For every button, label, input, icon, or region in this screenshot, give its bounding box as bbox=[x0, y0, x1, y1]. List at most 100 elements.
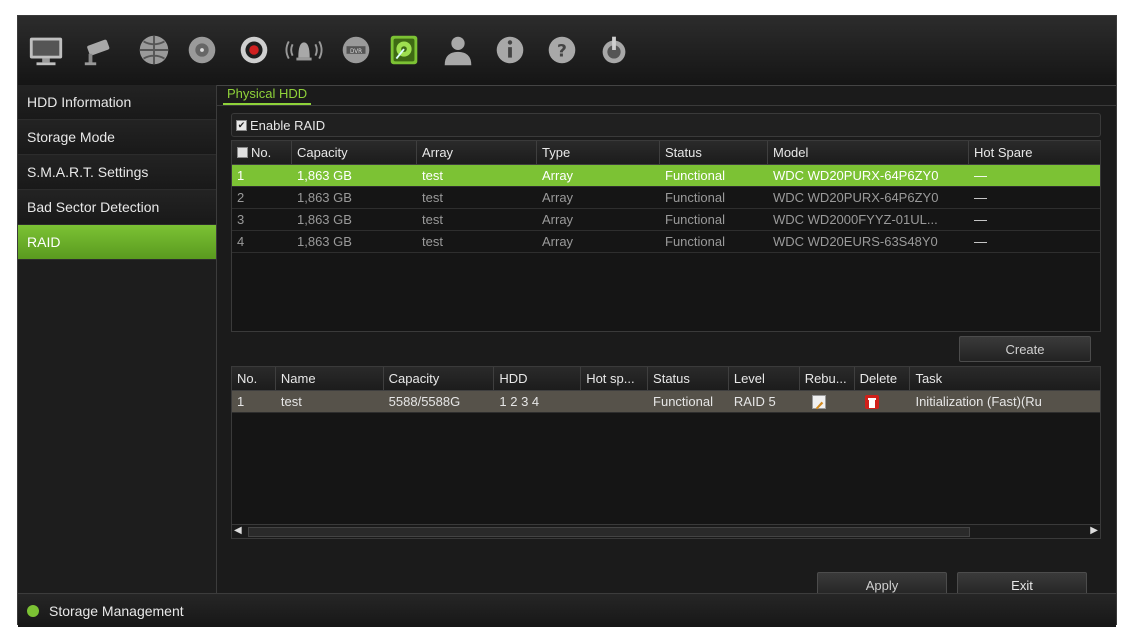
alarm-icon[interactable] bbox=[284, 30, 324, 70]
svg-text:DVR: DVR bbox=[350, 49, 362, 55]
header-array[interactable]: Array bbox=[417, 141, 537, 164]
cell-level: RAID 5 bbox=[733, 394, 776, 409]
monitor-icon[interactable] bbox=[26, 30, 66, 70]
create-button[interactable]: Create bbox=[959, 336, 1091, 362]
cell-task: Initialization (Fast)(Ru bbox=[915, 394, 1042, 409]
sidebar-item-storage-mode[interactable]: Storage Mode bbox=[18, 120, 216, 155]
table-row[interactable]: 4 1,863 GB test Array Functional WDC WD2… bbox=[232, 231, 1100, 253]
table-row[interactable]: 3 1,863 GB test Array Functional WDC WD2… bbox=[232, 209, 1100, 231]
physical-table-header: No. Capacity Array Type Status Model Hot… bbox=[232, 141, 1100, 165]
header-delete[interactable]: Delete bbox=[855, 367, 911, 390]
header-hot-spare[interactable]: Hot sp... bbox=[581, 367, 649, 390]
main-panel: Physical HDD ✔ Enable RAID No. Capacity … bbox=[217, 85, 1116, 598]
horizontal-scrollbar[interactable]: ◀ ▶ bbox=[232, 524, 1100, 538]
array-table-header: No. Name Capacity HDD Hot sp... Status L… bbox=[232, 367, 1100, 391]
status-indicator-icon bbox=[27, 604, 39, 617]
disk-icon[interactable] bbox=[182, 30, 222, 70]
help-icon[interactable]: ? bbox=[542, 30, 582, 70]
storage-icon[interactable] bbox=[384, 30, 424, 70]
scroll-left-icon[interactable]: ◀ bbox=[234, 525, 242, 537]
power-icon[interactable] bbox=[594, 30, 634, 70]
cell-no: 1 bbox=[237, 394, 245, 409]
header-type[interactable]: Type bbox=[537, 141, 660, 164]
cell-type: Array bbox=[542, 168, 574, 183]
cell-model: WDC WD20EURS-63S48Y0 bbox=[773, 234, 938, 249]
header-task[interactable]: Task bbox=[910, 367, 1100, 390]
cell-type: Array bbox=[542, 212, 574, 227]
header-level[interactable]: Level bbox=[729, 367, 800, 390]
header-name[interactable]: Name bbox=[276, 367, 384, 390]
header-hot-spare[interactable]: Hot Spare bbox=[969, 141, 1100, 164]
cell-no: 2 bbox=[237, 190, 245, 205]
status-bar: Storage Management bbox=[18, 593, 1116, 627]
header-hdd[interactable]: HDD bbox=[494, 367, 582, 390]
tab-physical-hdd[interactable]: Physical HDD bbox=[223, 85, 312, 105]
rebuild-edit-icon[interactable] bbox=[811, 394, 826, 409]
cell-no: 3 bbox=[237, 212, 245, 227]
cell-model: WDC WD20PURX-64P6ZY0 bbox=[773, 168, 939, 183]
camera-icon[interactable] bbox=[80, 30, 120, 70]
cell-status: Functional bbox=[653, 394, 714, 409]
scroll-thumb[interactable] bbox=[248, 527, 970, 537]
cell-capacity: 5588/5588G bbox=[388, 394, 461, 409]
cell-capacity: 1,863 GB bbox=[297, 168, 352, 183]
table-row[interactable]: 1 1,863 GB test Array Functional WDC WD2… bbox=[232, 165, 1100, 187]
scroll-right-icon[interactable]: ▶ bbox=[1090, 525, 1098, 537]
header-capacity[interactable]: Capacity bbox=[292, 141, 417, 164]
header-status[interactable]: Status bbox=[660, 141, 768, 164]
cell-status: Functional bbox=[665, 212, 725, 227]
enable-raid-checkbox[interactable]: ✔ bbox=[236, 119, 247, 131]
cell-type: Array bbox=[542, 234, 574, 249]
cell-hdd: 1 2 3 4 bbox=[499, 394, 540, 409]
sidebar-item-smart-settings[interactable]: S.M.A.R.T. Settings bbox=[18, 155, 216, 190]
user-icon[interactable] bbox=[438, 30, 478, 70]
cell-delete bbox=[855, 391, 911, 412]
tab-divider bbox=[217, 105, 1116, 106]
cell-array: test bbox=[422, 190, 443, 205]
sidebar-item-hdd-information[interactable]: HDD Information bbox=[18, 85, 216, 120]
physical-disk-table: No. Capacity Array Type Status Model Hot… bbox=[231, 140, 1101, 332]
header-no[interactable]: No. bbox=[232, 367, 276, 390]
header-rebuild[interactable]: Rebu... bbox=[800, 367, 855, 390]
cell-status: Functional bbox=[665, 234, 725, 249]
cell-capacity: 1,863 GB bbox=[297, 190, 352, 205]
array-table: No. Name Capacity HDD Hot sp... Status L… bbox=[231, 366, 1101, 539]
cell-status: Functional bbox=[665, 168, 725, 183]
table-row[interactable]: 2 1,863 GB test Array Functional WDC WD2… bbox=[232, 187, 1100, 209]
table-row[interactable]: 1 test 5588/5588G 1 2 3 4 Functional RAI… bbox=[232, 391, 1100, 413]
cell-hot-spare: — bbox=[974, 212, 987, 227]
cell-capacity: 1,863 GB bbox=[297, 234, 352, 249]
network-icon[interactable] bbox=[134, 30, 174, 70]
cell-no: 4 bbox=[237, 234, 245, 249]
cell-array: test bbox=[422, 234, 443, 249]
cell-no: 1 bbox=[237, 168, 245, 183]
cell-hot-spare bbox=[581, 391, 648, 412]
cell-type: Array bbox=[542, 190, 574, 205]
cell-array: test bbox=[422, 212, 443, 227]
sidebar-item-raid[interactable]: RAID bbox=[18, 225, 216, 260]
cell-hot-spare: — bbox=[974, 234, 987, 249]
delete-trash-icon[interactable] bbox=[864, 394, 879, 409]
sidebar: HDD Information Storage Mode S.M.A.R.T. … bbox=[18, 85, 217, 593]
header-model[interactable]: Model bbox=[768, 141, 969, 164]
header-capacity[interactable]: Capacity bbox=[384, 367, 495, 390]
info-icon[interactable] bbox=[490, 30, 530, 70]
cell-hot-spare: — bbox=[974, 190, 987, 205]
cell-status: Functional bbox=[665, 190, 725, 205]
top-toolbar: DVR ? bbox=[18, 16, 1116, 86]
cell-array: test bbox=[422, 168, 443, 183]
cell-capacity: 1,863 GB bbox=[297, 212, 352, 227]
cell-rebuild bbox=[800, 391, 855, 412]
select-all-checkbox[interactable] bbox=[237, 147, 248, 158]
device-icon[interactable]: DVR bbox=[336, 30, 376, 70]
svg-text:?: ? bbox=[557, 42, 567, 62]
record-icon[interactable] bbox=[234, 30, 274, 70]
header-status[interactable]: Status bbox=[648, 367, 729, 390]
status-bar-label: Storage Management bbox=[49, 602, 184, 619]
enable-raid-label: Enable RAID bbox=[250, 117, 326, 133]
sidebar-item-bad-sector-detection[interactable]: Bad Sector Detection bbox=[18, 190, 216, 225]
header-no: No. bbox=[232, 141, 292, 164]
app-window: DVR ? HDD Information Storage Mode S.M.A… bbox=[17, 15, 1117, 627]
cell-hot-spare: — bbox=[974, 168, 987, 183]
enable-raid-row: ✔ Enable RAID bbox=[231, 113, 1101, 137]
